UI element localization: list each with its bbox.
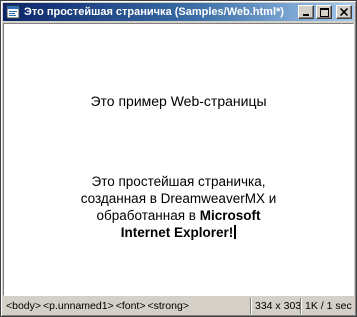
tag-body[interactable]: <body> (6, 300, 41, 312)
window-title: Это простейшая страничка (Samples/Web.ht… (24, 6, 284, 18)
status-bar: <body> <p.unnamed1> <font> <strong> 334 … (3, 297, 354, 315)
design-view[interactable]: Это пример Web-страницы Это простейшая с… (3, 23, 354, 296)
window-size-popup[interactable]: 334 x 303 (252, 300, 302, 312)
tag-selector: <body> <p.unnamed1> <font> <strong> (3, 300, 250, 312)
paragraph-line-4: Internet Explorer! (24, 224, 333, 241)
paragraph-line-2: созданная в DreamweaverMX и (80, 191, 277, 206)
window-controls (298, 5, 352, 19)
tag-font[interactable]: <font> (116, 300, 146, 312)
tag-strong[interactable]: <strong> (147, 300, 188, 312)
window-size-value: 334 x 303 (255, 300, 302, 312)
dreamweaver-doc-icon[interactable] (6, 5, 20, 19)
page-heading[interactable]: Это пример Web-страницы (4, 93, 353, 109)
bold-text-internet-explorer: Internet Explorer! (120, 225, 234, 240)
document-window: Это простейшая страничка (Samples/Web.ht… (0, 0, 357, 317)
paragraph-line-3-text: обработанная в (96, 208, 200, 223)
maximize-icon (319, 7, 329, 17)
bold-text-microsoft: Microsoft (199, 208, 261, 223)
title-bar[interactable]: Это простейшая страничка (Samples/Web.ht… (3, 3, 354, 21)
tag-p-unnamed1[interactable]: <p.unnamed1> (43, 300, 114, 312)
minimize-button[interactable] (298, 5, 314, 19)
download-stats: 1K / 1 sec (305, 300, 352, 312)
paragraph-line-3: обработанная в Microsoft (24, 207, 333, 224)
maximize-button[interactable] (316, 5, 332, 19)
close-button[interactable] (336, 5, 352, 19)
text-cursor (234, 225, 237, 239)
close-icon (340, 8, 348, 16)
minimize-icon (303, 14, 309, 16)
page-paragraph[interactable]: Это простейшая страничка, созданная в Dr… (24, 173, 333, 241)
paragraph-line-1: Это простейшая страничка, (91, 174, 266, 189)
